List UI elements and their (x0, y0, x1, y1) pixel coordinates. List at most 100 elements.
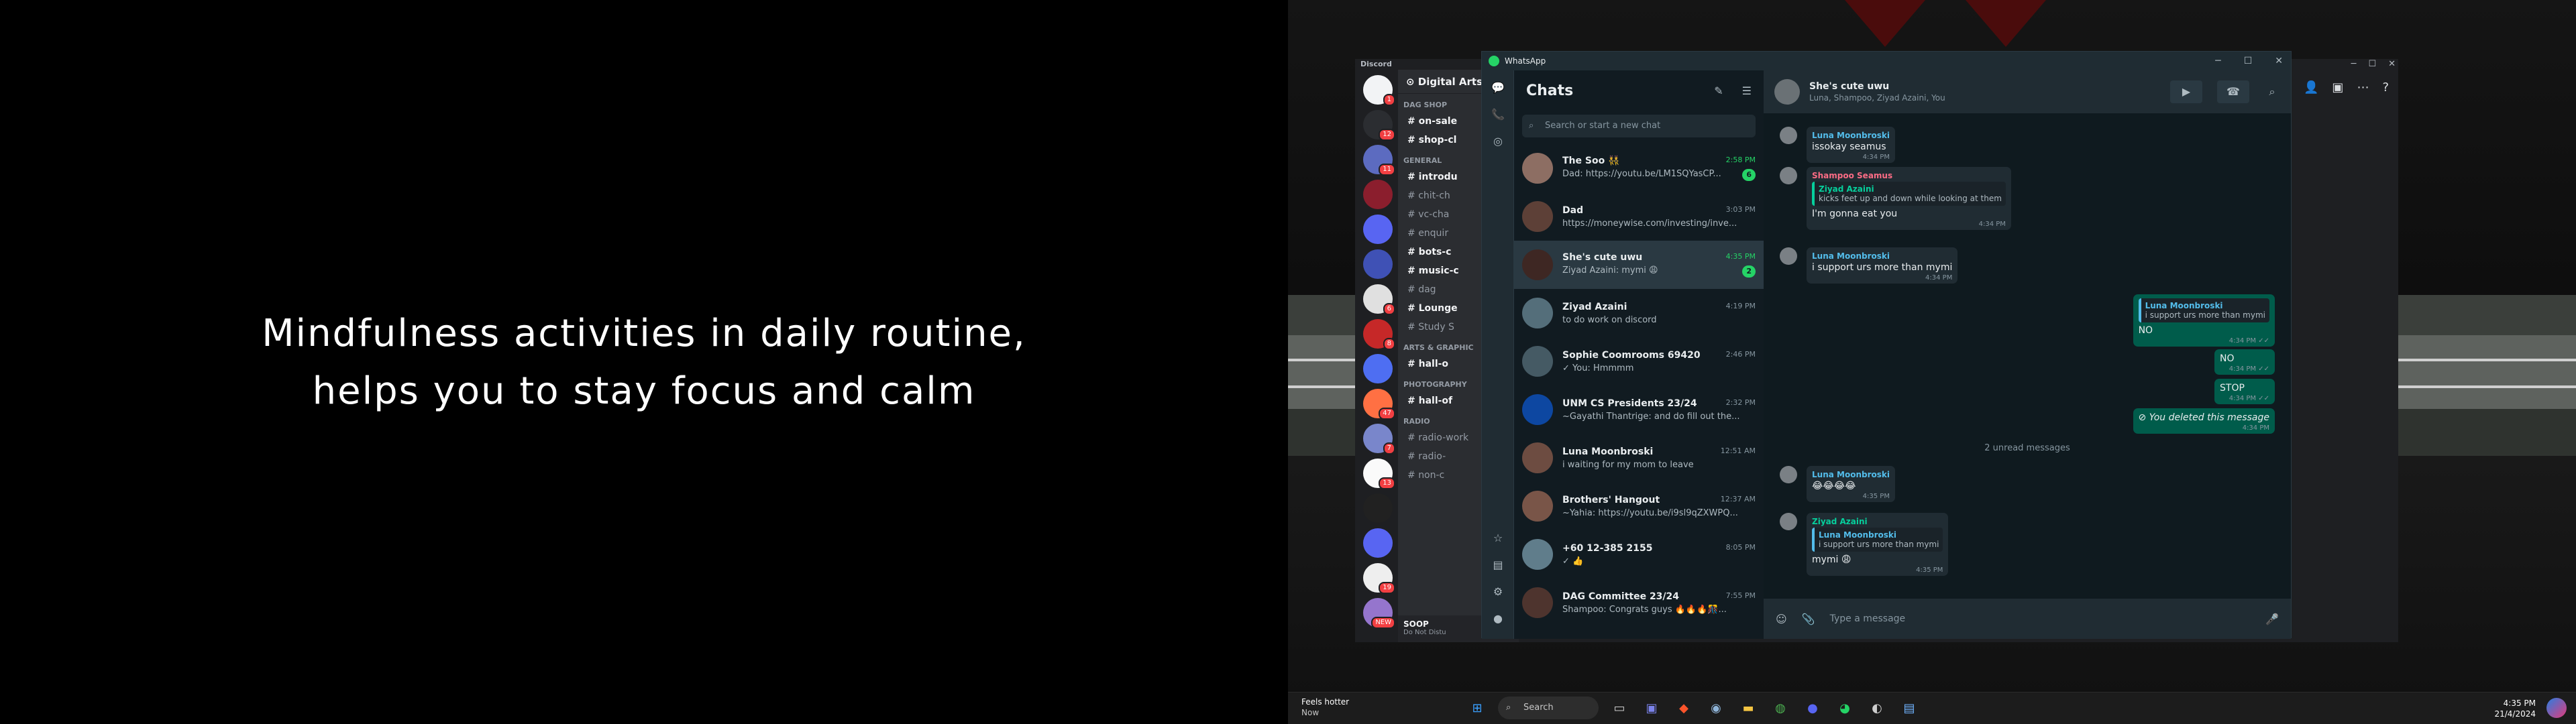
server-icon[interactable] (1363, 354, 1393, 383)
chat-body: The Soo 👯 2:58 PM Dad: https://youtu.be/LM… (1562, 156, 1756, 181)
incoming-message[interactable]: Shampoo Seamus Ziyad Azaini kicks feet up … (1807, 167, 2011, 230)
search-icon[interactable]: ⌕ (2264, 80, 2280, 103)
conversation-header[interactable]: She's cute uwu Luna, Shampoo, Ziyad Azai… (1764, 70, 2291, 113)
chat-search-input[interactable]: ⌕ Search or start a new chat (1522, 115, 1756, 137)
quoted-message[interactable]: Luna Moonbroski i support urs more than m… (2138, 298, 2269, 322)
maximize-icon[interactable]: ☐ (2244, 56, 2253, 66)
server-icon[interactable]: 8 (1363, 319, 1395, 350)
sender-avatar[interactable] (1780, 247, 1797, 265)
teams-icon[interactable]: ▣ (1640, 697, 1663, 719)
server-icon[interactable] (1363, 180, 1393, 209)
close-icon[interactable]: ✕ (2275, 56, 2283, 66)
chat-row[interactable]: UNM CS Presidents 23/24 2:32 PM ~Gayathi T… (1514, 385, 1764, 434)
chat-row[interactable]: She's cute uwu 4:35 PM Ziyad Azaini: mymi … (1514, 241, 1764, 289)
close-icon[interactable]: ✕ (2388, 59, 2396, 69)
server-icon[interactable] (1363, 215, 1393, 244)
microphone-icon[interactable]: 🎤 (2265, 613, 2279, 625)
incoming-message[interactable]: Luna Moonbroski i support urs more than m… (1807, 247, 1958, 284)
server-icon[interactable]: 47 (1363, 389, 1395, 420)
whatsapp-icon[interactable]: ◕ (1833, 697, 1856, 719)
minimize-icon[interactable]: ─ (2351, 59, 2357, 69)
server-icon[interactable]: 11 (1363, 145, 1395, 176)
chat-row[interactable]: Brothers' Hangout 12:37 AM ~Yahia: https:/… (1514, 482, 1764, 530)
weather-widget[interactable]: Feels hotter Now (1301, 697, 1349, 718)
chat-bottom-line: i waiting for my mom to leave (1562, 460, 1756, 470)
server-icon[interactable]: 13 (1363, 459, 1395, 489)
archive-icon[interactable]: ▤ (1490, 557, 1506, 573)
message-author[interactable]: Ziyad Azaini (1812, 517, 1943, 526)
server-icon[interactable]: 12 (1363, 110, 1395, 141)
group-avatar[interactable] (1774, 79, 1800, 105)
windows-start-icon[interactable]: ⊞ (1466, 697, 1489, 719)
incoming-message[interactable]: Ziyad Azaini Luna Moonbroski i support urs… (1807, 513, 1949, 576)
file-explorer-icon[interactable]: ▬ (1737, 697, 1760, 719)
new-chat-icon[interactable]: ✎ (1714, 84, 1723, 97)
copilot-icon[interactable] (2546, 698, 2567, 718)
taskbar-search[interactable]: ⌕ Search (1498, 697, 1599, 719)
server-icon[interactable]: 6 (1363, 284, 1395, 315)
emoji-icon[interactable]: ☺ (1776, 613, 1787, 625)
message-input[interactable]: Type a message (1830, 613, 2251, 624)
chat-avatar (1522, 153, 1553, 184)
chats-icon[interactable]: 💬 (1490, 80, 1506, 96)
outgoing-message[interactable]: STOP 4:34 PM ✓✓ (2214, 379, 2275, 404)
channel-label: enquir (1418, 228, 1449, 239)
chrome-icon[interactable]: ◍ (1769, 697, 1792, 719)
message-author[interactable]: Shampoo Seamus (1812, 171, 2006, 180)
server-icon[interactable]: 19 (1363, 563, 1395, 594)
server-icon[interactable] (1363, 493, 1393, 523)
chat-row[interactable]: Ziyad Azaini 4:19 PM to do work on discord (1514, 289, 1764, 337)
sender-avatar[interactable] (1780, 127, 1797, 144)
message-author[interactable]: Luna Moonbroski (1812, 470, 1890, 479)
chat-row[interactable]: DAG Committee 23/24 7:55 PM Shampoo: Congr… (1514, 579, 1764, 627)
message-author[interactable]: Luna Moonbroski (1812, 131, 1890, 140)
status-icon[interactable]: ◎ (1490, 133, 1506, 149)
discord-icon[interactable]: ● (1801, 697, 1824, 719)
chat-row[interactable]: Dad 3:03 PM https://moneywise.com/investin… (1514, 192, 1764, 241)
filter-icon[interactable]: ☰ (1742, 84, 1752, 97)
outgoing-message[interactable]: ⊘ You deleted this message 4:34 PM (2133, 408, 2275, 434)
more-icon[interactable]: ⋯ (2357, 80, 2369, 95)
server-icon[interactable] (1363, 528, 1393, 558)
add-friend-icon[interactable]: 👤 (2304, 80, 2318, 95)
notepad-icon[interactable]: ▤ (1898, 697, 1921, 719)
maximize-icon[interactable]: ☐ (2368, 59, 2376, 69)
help-icon[interactable]: ? (2382, 80, 2389, 95)
outgoing-message[interactable]: NO 4:34 PM ✓✓ (2214, 349, 2275, 375)
brave-icon[interactable]: ◆ (1672, 697, 1695, 719)
server-icon[interactable]: 7 (1363, 424, 1395, 455)
chat-row[interactable]: Luna Moonbroski 12:51 AM i waiting for my … (1514, 434, 1764, 482)
incoming-message[interactable]: Luna Moonbroski 😂😂😂😂 4:35 PM (1807, 466, 1895, 502)
outgoing-message[interactable]: Luna Moonbroski i support urs more than m… (2133, 294, 2275, 347)
minimize-icon[interactable]: ─ (2215, 56, 2220, 66)
calls-icon[interactable]: 📞 (1490, 107, 1506, 123)
chat-preview: Dad: https://youtu.be/LM1SQYasCP... (1562, 169, 1721, 179)
profile-avatar[interactable]: ● (1490, 611, 1506, 627)
voice-call-icon[interactable]: ☎ (2217, 80, 2249, 103)
settings-icon[interactable]: ⚙ (1490, 584, 1506, 600)
chat-row[interactable]: The Soo 👯 2:58 PM Dad: https://youtu.be/LM… (1514, 144, 1764, 192)
attach-icon[interactable]: 📎 (1802, 613, 1815, 625)
obs-icon[interactable]: ◐ (1866, 697, 1888, 719)
quoted-message[interactable]: Luna Moonbroski i support urs more than m… (1812, 528, 1943, 552)
quoted-message[interactable]: Ziyad Azaini kicks feet up and down while… (1812, 182, 2006, 206)
server-icon[interactable]: NEW (1363, 598, 1395, 629)
message-author[interactable]: Luna Moonbroski (1812, 251, 1952, 261)
message-text: I'm gonna eat you (1812, 208, 1898, 219)
incoming-message[interactable]: Luna Moonbroski issokay seamus 4:34 PM (1807, 127, 1895, 163)
steam-icon[interactable]: ◉ (1705, 697, 1727, 719)
search-icon: ⌕ (1529, 121, 1534, 131)
sender-avatar[interactable] (1780, 513, 1797, 530)
video-call-icon[interactable]: ▶ (2170, 80, 2202, 103)
server-icon[interactable] (1363, 249, 1393, 279)
sender-avatar[interactable] (1780, 167, 1797, 184)
chat-row[interactable]: +60 12-385 2155 8:05 PM ✓ 👍 (1514, 530, 1764, 579)
chat-row[interactable]: Sophie Coomrooms 69420 2:46 PM ✓ You: Hmmm… (1514, 337, 1764, 385)
server-icon[interactable]: 1 (1363, 75, 1395, 106)
channel-label: hall-of (1418, 396, 1453, 406)
inbox-icon[interactable]: ▣ (2332, 80, 2343, 95)
task-view-icon[interactable]: ▭ (1608, 697, 1631, 719)
starred-icon[interactable]: ☆ (1490, 530, 1506, 546)
sender-avatar[interactable] (1780, 466, 1797, 483)
taskbar-clock[interactable]: 4:35 PM 21/4/2024 (2494, 698, 2536, 719)
